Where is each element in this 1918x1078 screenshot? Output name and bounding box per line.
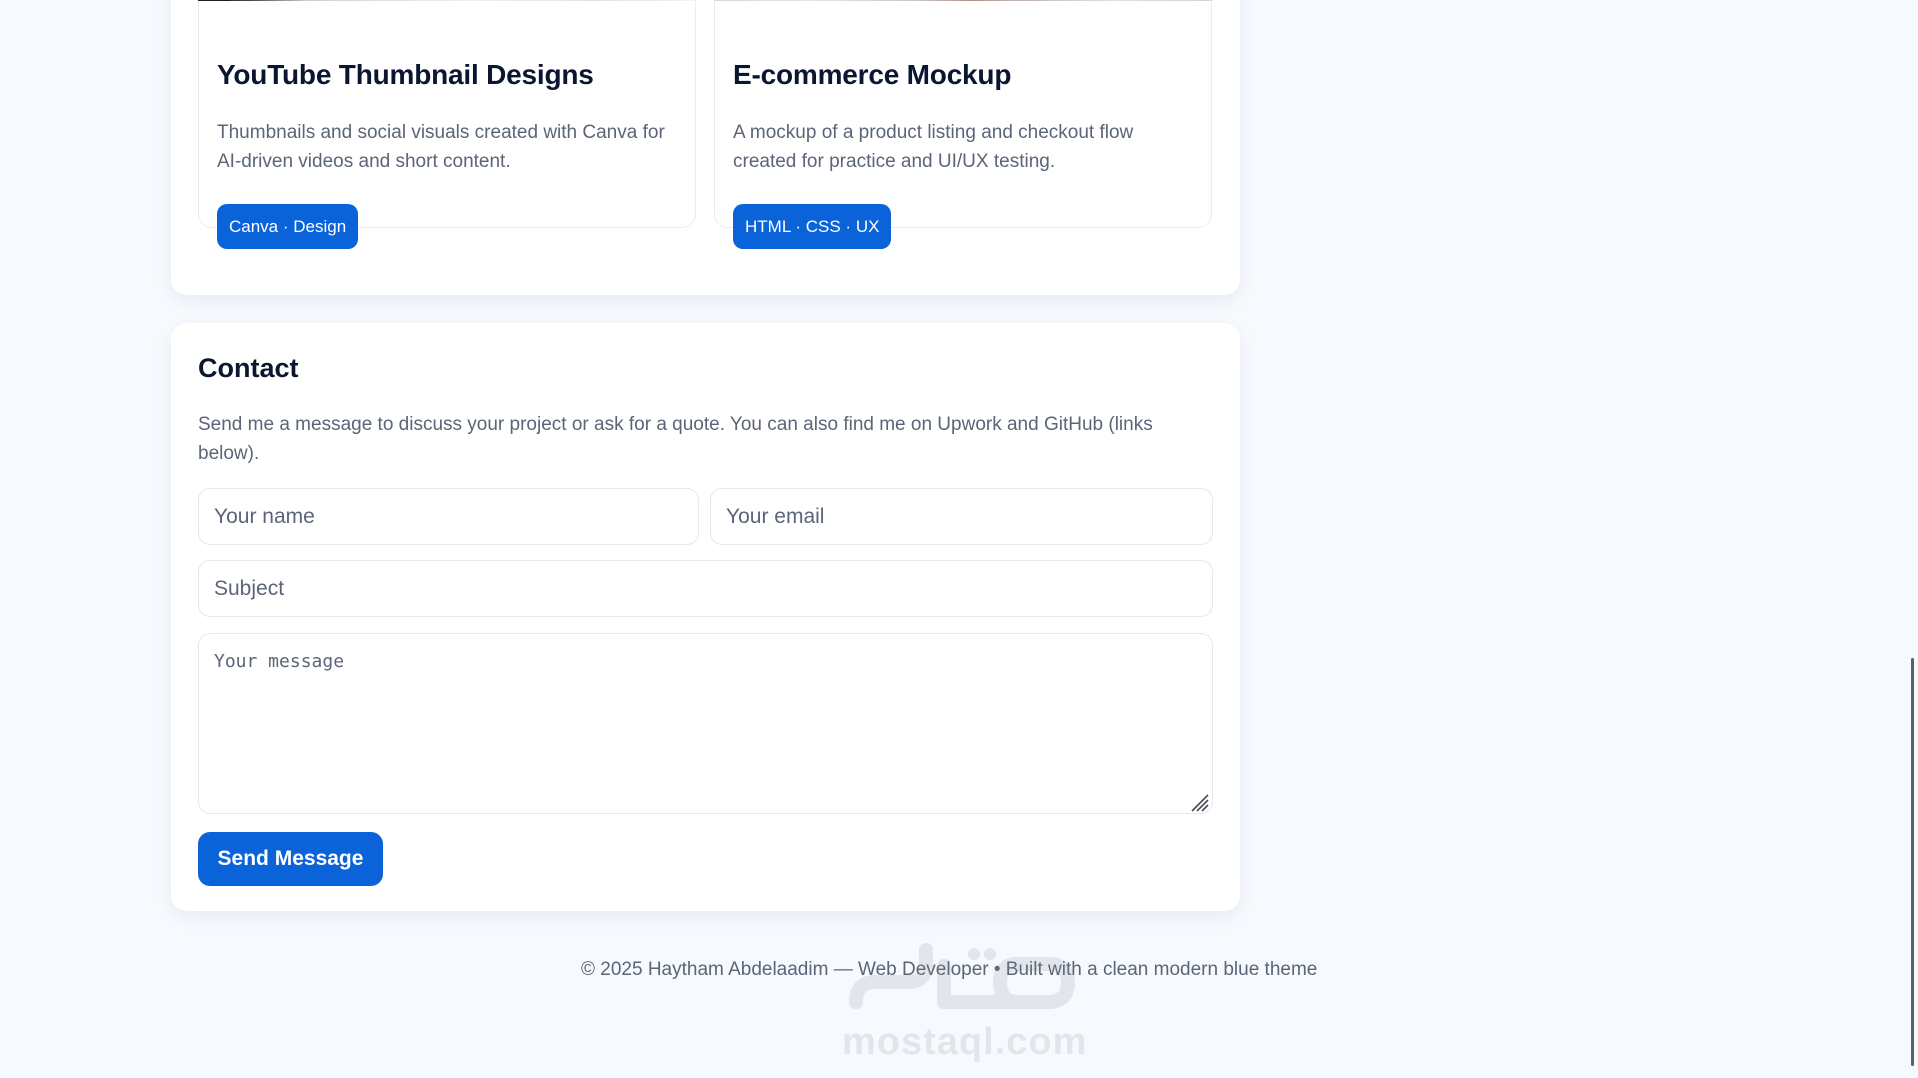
contact-section: Contact Send me a message to discuss you… (171, 323, 1240, 911)
scrollbar-thumb[interactable] (1911, 658, 1914, 1066)
project-description: Thumbnails and social visuals created wi… (217, 122, 665, 172)
project-card-ecommerce-mockup[interactable]: E-commerce Mockup A mockup of a product … (714, 0, 1212, 249)
project-thumbnail-image (714, 0, 1212, 1)
page: YouTube Thumbnail Designs Thumbnails and… (0, 0, 1918, 1078)
project-title: E-commerce Mockup (733, 59, 1012, 90)
send-message-button[interactable]: Send Message (198, 832, 383, 886)
laptop-edge-shape (198, 0, 258, 1)
contact-description: Send me a message to discuss your projec… (198, 414, 1153, 464)
project-tag: HTML · CSS · UX (733, 204, 892, 249)
email-input[interactable] (710, 488, 1213, 545)
project-tag: Canva · Design (217, 204, 359, 249)
mostaql-logo-icon (849, 943, 1076, 1009)
fabric-detail-shape (974, 0, 1084, 1)
mostaql-watermark: mostaql.com (842, 940, 1086, 1063)
watermark-text: mostaql.com (842, 1021, 1088, 1063)
project-title: YouTube Thumbnail Designs (217, 59, 594, 90)
project-card-youtube-thumbnails[interactable]: YouTube Thumbnail Designs Thumbnails and… (198, 0, 696, 249)
resize-grip-icon[interactable] (1188, 791, 1210, 813)
message-textarea[interactable] (198, 633, 1213, 814)
project-thumbnail-image (198, 0, 696, 1)
project-description: A mockup of a product listing and checko… (733, 122, 1134, 172)
name-input[interactable] (198, 488, 699, 545)
contact-title: Contact (198, 353, 299, 383)
subject-input[interactable] (198, 560, 1213, 617)
projects-section: YouTube Thumbnail Designs Thumbnails and… (171, 0, 1240, 295)
